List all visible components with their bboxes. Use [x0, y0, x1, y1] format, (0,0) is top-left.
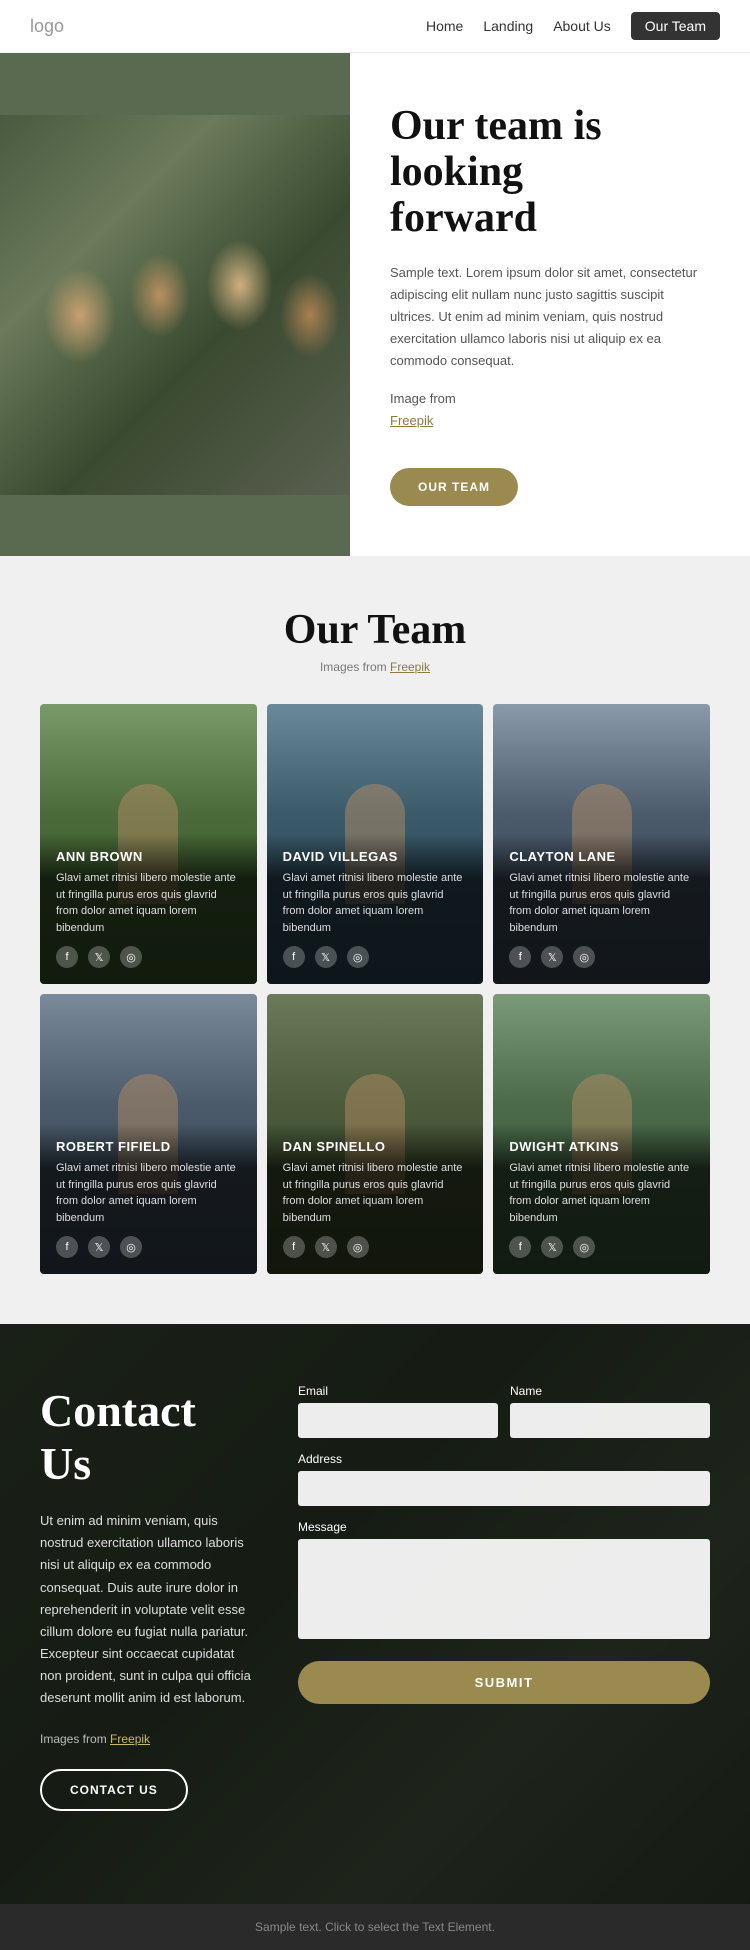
message-label: Message: [298, 1520, 710, 1534]
team-card-dan-spinello[interactable]: DAN SPINELLO Glavi amet ritnisi libero m…: [267, 994, 484, 1274]
instagram-icon-5[interactable]: ◎: [347, 1236, 369, 1258]
message-group: Message: [298, 1520, 710, 1639]
team-member-socials-1: f 𝕏 ◎: [56, 946, 241, 968]
email-group: Email: [298, 1384, 498, 1438]
address-label: Address: [298, 1452, 710, 1466]
team-member-desc-6: Glavi amet ritnisi libero molestie ante …: [509, 1160, 694, 1226]
team-card-overlay-5: DAN SPINELLO Glavi amet ritnisi libero m…: [267, 1123, 484, 1274]
hero-description: Sample text. Lorem ipsum dolor sit amet,…: [390, 262, 710, 372]
team-section: Our Team Images from Freepik ANN BROWN G…: [0, 556, 750, 1324]
footer-text: Sample text. Click to select the Text El…: [16, 1920, 734, 1934]
name-input[interactable]: [510, 1403, 710, 1438]
team-member-desc-2: Glavi amet ritnisi libero molestie ante …: [283, 870, 468, 936]
form-row-message: Message: [298, 1520, 710, 1639]
nav-home[interactable]: Home: [426, 18, 463, 34]
contact-form: Email Name Address Message SUBMIT: [298, 1384, 710, 1704]
contact-section: Contact Us Ut enim ad minim veniam, quis…: [0, 1324, 750, 1904]
team-member-desc-3: Glavi amet ritnisi libero molestie ante …: [509, 870, 694, 936]
team-member-socials-4: f 𝕏 ◎: [56, 1236, 241, 1258]
twitter-icon-4[interactable]: 𝕏: [88, 1236, 110, 1258]
nav-links: Home Landing About Us Our Team: [426, 12, 720, 40]
team-member-socials-6: f 𝕏 ◎: [509, 1236, 694, 1258]
logo: logo: [30, 16, 64, 37]
hero-image-credit: Image from Freepik: [390, 388, 710, 432]
instagram-icon-1[interactable]: ◎: [120, 946, 142, 968]
instagram-icon-2[interactable]: ◎: [347, 946, 369, 968]
twitter-icon-1[interactable]: 𝕏: [88, 946, 110, 968]
nav-our-team[interactable]: Our Team: [631, 12, 720, 40]
team-card-robert-fifield[interactable]: ROBERT FIFIELD Glavi amet ritnisi libero…: [40, 994, 257, 1274]
team-member-desc-4: Glavi amet ritnisi libero molestie ante …: [56, 1160, 241, 1226]
footer: Sample text. Click to select the Text El…: [0, 1904, 750, 1950]
hero-freepik-link[interactable]: Freepik: [390, 413, 433, 428]
team-member-socials-5: f 𝕏 ◎: [283, 1236, 468, 1258]
instagram-icon-6[interactable]: ◎: [573, 1236, 595, 1258]
twitter-icon-6[interactable]: 𝕏: [541, 1236, 563, 1258]
twitter-icon-3[interactable]: 𝕏: [541, 946, 563, 968]
contact-title: Contact Us: [40, 1384, 258, 1490]
contact-description: Ut enim ad minim veniam, quis nostrud ex…: [40, 1510, 258, 1709]
hero-content: Our team is looking forward Sample text.…: [350, 53, 750, 556]
team-member-name-5: DAN SPINELLO: [283, 1139, 468, 1154]
team-freepik-link[interactable]: Freepik: [390, 660, 430, 674]
team-images-credit: Images from Freepik: [40, 660, 710, 674]
team-card-overlay-4: ROBERT FIFIELD Glavi amet ritnisi libero…: [40, 1123, 257, 1274]
facebook-icon-2[interactable]: f: [283, 946, 305, 968]
team-member-desc-1: Glavi amet ritnisi libero molestie ante …: [56, 870, 241, 936]
email-input[interactable]: [298, 1403, 498, 1438]
message-textarea[interactable]: [298, 1539, 710, 1639]
contact-left: Contact Us Ut enim ad minim veniam, quis…: [40, 1384, 258, 1811]
team-member-desc-5: Glavi amet ritnisi libero molestie ante …: [283, 1160, 468, 1226]
address-input[interactable]: [298, 1471, 710, 1506]
team-member-socials-3: f 𝕏 ◎: [509, 946, 694, 968]
instagram-icon-3[interactable]: ◎: [573, 946, 595, 968]
hero-image: [0, 53, 350, 556]
contact-image-credit: Images from Freepik: [40, 1729, 258, 1749]
twitter-icon-2[interactable]: 𝕏: [315, 946, 337, 968]
form-row-email-name: Email Name: [298, 1384, 710, 1438]
team-grid: ANN BROWN Glavi amet ritnisi libero mole…: [40, 704, 710, 1274]
hero-section: Our team is looking forward Sample text.…: [0, 53, 750, 556]
team-member-socials-2: f 𝕏 ◎: [283, 946, 468, 968]
team-card-overlay-6: DWIGHT ATKINS Glavi amet ritnisi libero …: [493, 1123, 710, 1274]
submit-button[interactable]: SUBMIT: [298, 1661, 710, 1704]
address-group: Address: [298, 1452, 710, 1506]
form-row-address: Address: [298, 1452, 710, 1506]
facebook-icon-3[interactable]: f: [509, 946, 531, 968]
facebook-icon-4[interactable]: f: [56, 1236, 78, 1258]
name-label: Name: [510, 1384, 710, 1398]
team-card-overlay-1: ANN BROWN Glavi amet ritnisi libero mole…: [40, 833, 257, 984]
team-member-name-1: ANN BROWN: [56, 849, 241, 864]
team-card-ann-brown[interactable]: ANN BROWN Glavi amet ritnisi libero mole…: [40, 704, 257, 984]
nav-landing[interactable]: Landing: [483, 18, 533, 34]
facebook-icon-6[interactable]: f: [509, 1236, 531, 1258]
team-card-overlay-2: DAVID VILLEGAS Glavi amet ritnisi libero…: [267, 833, 484, 984]
facebook-icon-1[interactable]: f: [56, 946, 78, 968]
contact-us-button[interactable]: CONTACT US: [40, 1769, 188, 1811]
facebook-icon-5[interactable]: f: [283, 1236, 305, 1258]
team-card-overlay-3: CLAYTON LANE Glavi amet ritnisi libero m…: [493, 833, 710, 984]
our-team-button[interactable]: OUR TEAM: [390, 468, 518, 506]
contact-freepik-link[interactable]: Freepik: [110, 1732, 150, 1746]
team-member-name-6: DWIGHT ATKINS: [509, 1139, 694, 1154]
team-card-clayton-lane[interactable]: CLAYTON LANE Glavi amet ritnisi libero m…: [493, 704, 710, 984]
instagram-icon-4[interactable]: ◎: [120, 1236, 142, 1258]
twitter-icon-5[interactable]: 𝕏: [315, 1236, 337, 1258]
team-card-dwight-atkins[interactable]: DWIGHT ATKINS Glavi amet ritnisi libero …: [493, 994, 710, 1274]
hero-heading: Our team is looking forward: [390, 103, 710, 242]
team-member-name-4: ROBERT FIFIELD: [56, 1139, 241, 1154]
email-label: Email: [298, 1384, 498, 1398]
team-card-david-villegas[interactable]: DAVID VILLEGAS Glavi amet ritnisi libero…: [267, 704, 484, 984]
name-group: Name: [510, 1384, 710, 1438]
team-member-name-2: DAVID VILLEGAS: [283, 849, 468, 864]
team-section-title: Our Team: [40, 606, 710, 654]
nav-about-us[interactable]: About Us: [553, 18, 611, 34]
navigation: logo Home Landing About Us Our Team: [0, 0, 750, 53]
team-member-name-3: CLAYTON LANE: [509, 849, 694, 864]
